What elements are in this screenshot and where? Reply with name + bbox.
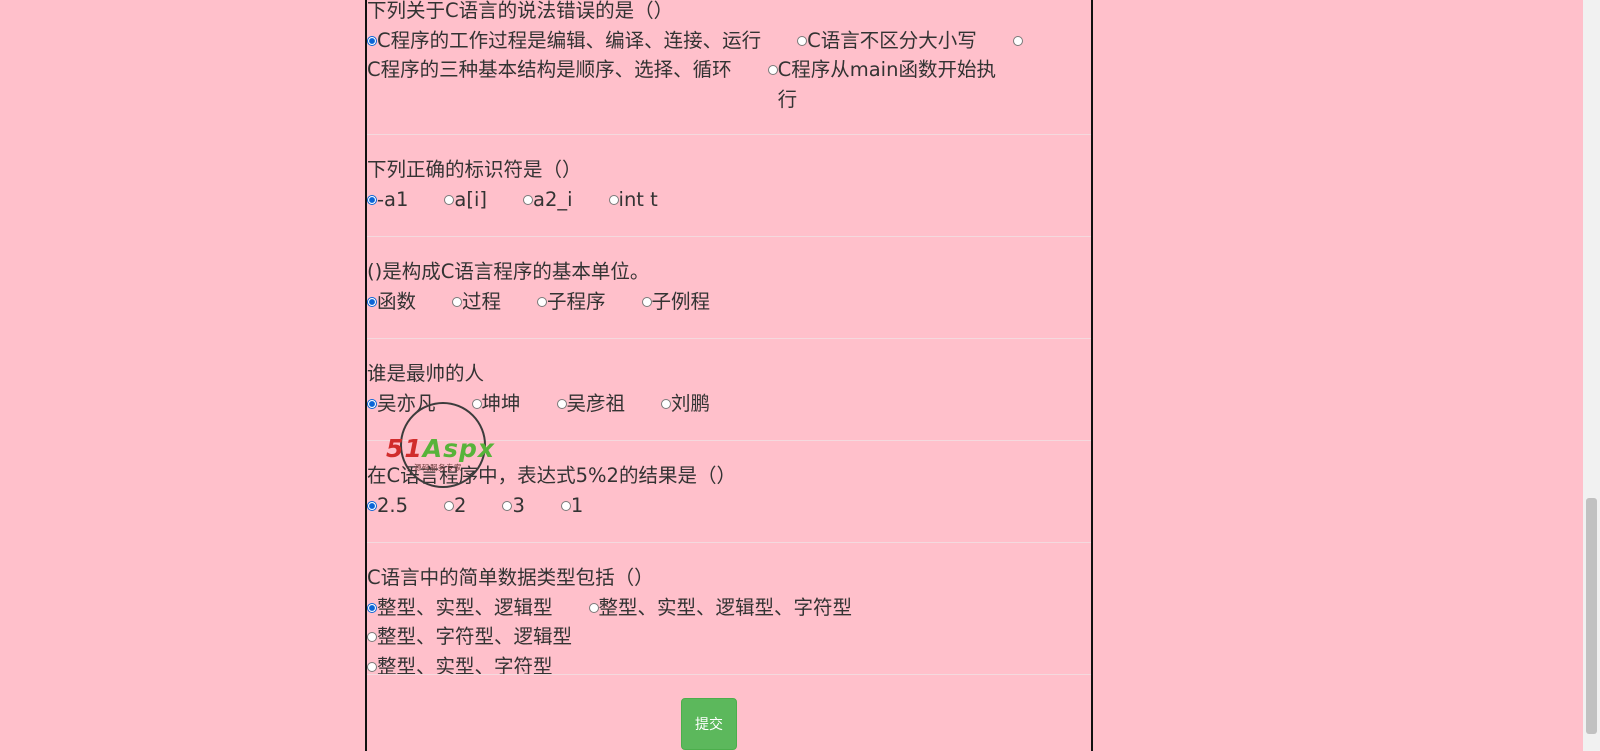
radio-button[interactable] — [444, 500, 455, 511]
question-title: ()是构成C语言程序的基本单位。 — [367, 260, 650, 283]
radio-button[interactable] — [502, 500, 513, 511]
option-label: 整型、实型、逻辑型、字符型 — [598, 595, 853, 619]
radio-button[interactable] — [367, 194, 377, 205]
option-label: 2.5 — [377, 493, 409, 517]
radio-button[interactable] — [444, 194, 455, 205]
watermark-brand-part1: 51 — [386, 434, 423, 463]
option-item[interactable]: 2.5 — [367, 494, 408, 517]
submit-button[interactable]: 提交 — [681, 698, 737, 750]
option-label: 子程序 — [547, 289, 606, 313]
option-item[interactable]: 过程 — [452, 290, 501, 313]
watermark-brand-part2: Aspx — [422, 434, 496, 463]
option-label: 1 — [570, 493, 584, 517]
question-6: C语言中的简单数据类型包括（） 整型、实型、逻辑型 整型、实型、逻辑型、字符型整型… — [367, 563, 1091, 681]
option-label: C语言不区分大小写 — [807, 28, 977, 52]
question-3: ()是构成C语言程序的基本单位。 函数 过程 子程序 子例程 — [367, 257, 1091, 316]
option-group: -a1 a[i] a2_i int t — [367, 185, 1091, 215]
watermark-tagline: 源码服务专家 — [414, 463, 462, 472]
option-label: int t — [618, 187, 658, 211]
option-label: -a1 — [377, 187, 409, 211]
question-1: 下列关于C语言的说法错误的是（） C程序的工作过程是编辑、编译、连接、运行 C语言… — [367, 0, 1091, 114]
option-label: a[i] — [454, 187, 487, 211]
radio-button[interactable] — [367, 500, 377, 511]
option-label: C程序从main函数开始执行 — [777, 58, 996, 111]
option-item[interactable]: 整型、实型、逻辑型、字符型 — [588, 595, 853, 619]
radio-button[interactable] — [452, 296, 463, 307]
question-title: 下列关于C语言的说法错误的是（） — [367, 0, 674, 22]
option-label: C程序的三种基本结构是顺序、选择、循环 — [367, 58, 732, 81]
option-item[interactable]: 子例程 — [641, 289, 711, 313]
option-label: 3 — [512, 493, 525, 517]
radio-button[interactable] — [588, 602, 599, 613]
option-group: 函数 过程 子程序 子例程 — [367, 287, 1091, 317]
option-group: 整型、实型、逻辑型 整型、实型、逻辑型、字符型整型、字符型、逻辑型 整型、实型、字符… — [367, 593, 1091, 682]
option-item[interactable]: 1 — [560, 493, 584, 517]
option-item[interactable]: 3 — [502, 493, 525, 517]
question-title: C语言中的简单数据类型包括（） — [367, 566, 654, 589]
radio-button[interactable] — [661, 398, 672, 409]
option-item[interactable]: -a1 — [367, 188, 408, 211]
option-label: 整型、实型、逻辑型 — [377, 595, 553, 619]
radio-button[interactable] — [767, 65, 778, 75]
watermark-logo: 51Aspx 源码服务专家 — [382, 400, 522, 496]
divider — [367, 674, 1091, 675]
radio-button[interactable] — [641, 296, 652, 307]
quiz-panel: 下列关于C语言的说法错误的是（） C程序的工作过程是编辑、编译、连接、运行 C语言… — [365, 0, 1093, 751]
option-item[interactable]: 函数 — [367, 290, 416, 313]
option-item[interactable]: C程序从main函数开始执行 — [767, 58, 1008, 111]
option-label: 刘鹏 — [671, 391, 711, 415]
radio-button[interactable] — [1012, 35, 1023, 46]
radio-button[interactable] — [367, 398, 377, 409]
radio-button[interactable] — [367, 632, 377, 642]
option-label: 函数 — [377, 289, 417, 313]
option-item[interactable]: 子程序 — [537, 290, 606, 313]
radio-button[interactable] — [537, 296, 548, 307]
divider — [367, 134, 1091, 135]
option-label: 吴彦祖 — [566, 391, 626, 415]
radio-button[interactable] — [797, 35, 808, 46]
radio-button[interactable] — [367, 602, 377, 613]
option-label: 子例程 — [651, 289, 711, 313]
option-item[interactable]: a[i] — [444, 188, 487, 211]
question-2: 下列正确的标识符是（） -a1 a[i] a2_i int t — [367, 155, 1091, 214]
option-item[interactable]: 2 — [444, 494, 466, 517]
option-label: 过程 — [462, 289, 502, 313]
radio-button[interactable] — [367, 661, 377, 672]
radio-button[interactable] — [556, 398, 567, 409]
vertical-scrollbar[interactable] — [1583, 0, 1600, 751]
option-item[interactable]: 吴彦祖 — [556, 391, 626, 415]
option-label: 整型、字符型、逻辑型 — [377, 625, 573, 648]
watermark-brand: 51Aspx — [386, 434, 495, 463]
option-item[interactable]: 整型、实型、逻辑型 — [367, 596, 553, 619]
option-label: C程序的工作过程是编辑、编译、连接、运行 — [377, 28, 762, 52]
option-item[interactable]: C程序的三种基本结构是顺序、选择、循环 — [367, 58, 732, 81]
radio-button[interactable] — [367, 296, 377, 307]
option-group: C程序的工作过程是编辑、编译、连接、运行 C语言不区分大小写 C程序的三种基本结构是… — [367, 26, 1091, 115]
option-item[interactable]: a2_i — [523, 188, 573, 211]
option-item[interactable]: C程序的工作过程是编辑、编译、连接、运行 — [367, 29, 761, 52]
option-item[interactable]: C语言不区分大小写 — [797, 29, 977, 52]
option-item[interactable]: 整型、字符型、逻辑型 — [367, 625, 572, 648]
divider — [367, 338, 1091, 339]
question-title: 下列正确的标识符是（） — [367, 158, 582, 181]
scrollbar-thumb[interactable] — [1586, 498, 1597, 734]
radio-button[interactable] — [560, 500, 571, 511]
divider — [367, 236, 1091, 237]
option-item[interactable]: 刘鹏 — [661, 392, 710, 415]
radio-button[interactable] — [367, 35, 377, 46]
option-item[interactable]: int t — [608, 187, 658, 211]
quiz-page: 下列关于C语言的说法错误的是（） C程序的工作过程是编辑、编译、连接、运行 C语言… — [0, 0, 1600, 751]
option-label: a2_i — [533, 187, 573, 211]
radio-button[interactable] — [608, 194, 619, 205]
divider — [367, 542, 1091, 543]
question-title: 谁是最帅的人 — [367, 362, 485, 385]
option-label: 2 — [454, 493, 467, 517]
radio-button[interactable] — [523, 194, 533, 205]
